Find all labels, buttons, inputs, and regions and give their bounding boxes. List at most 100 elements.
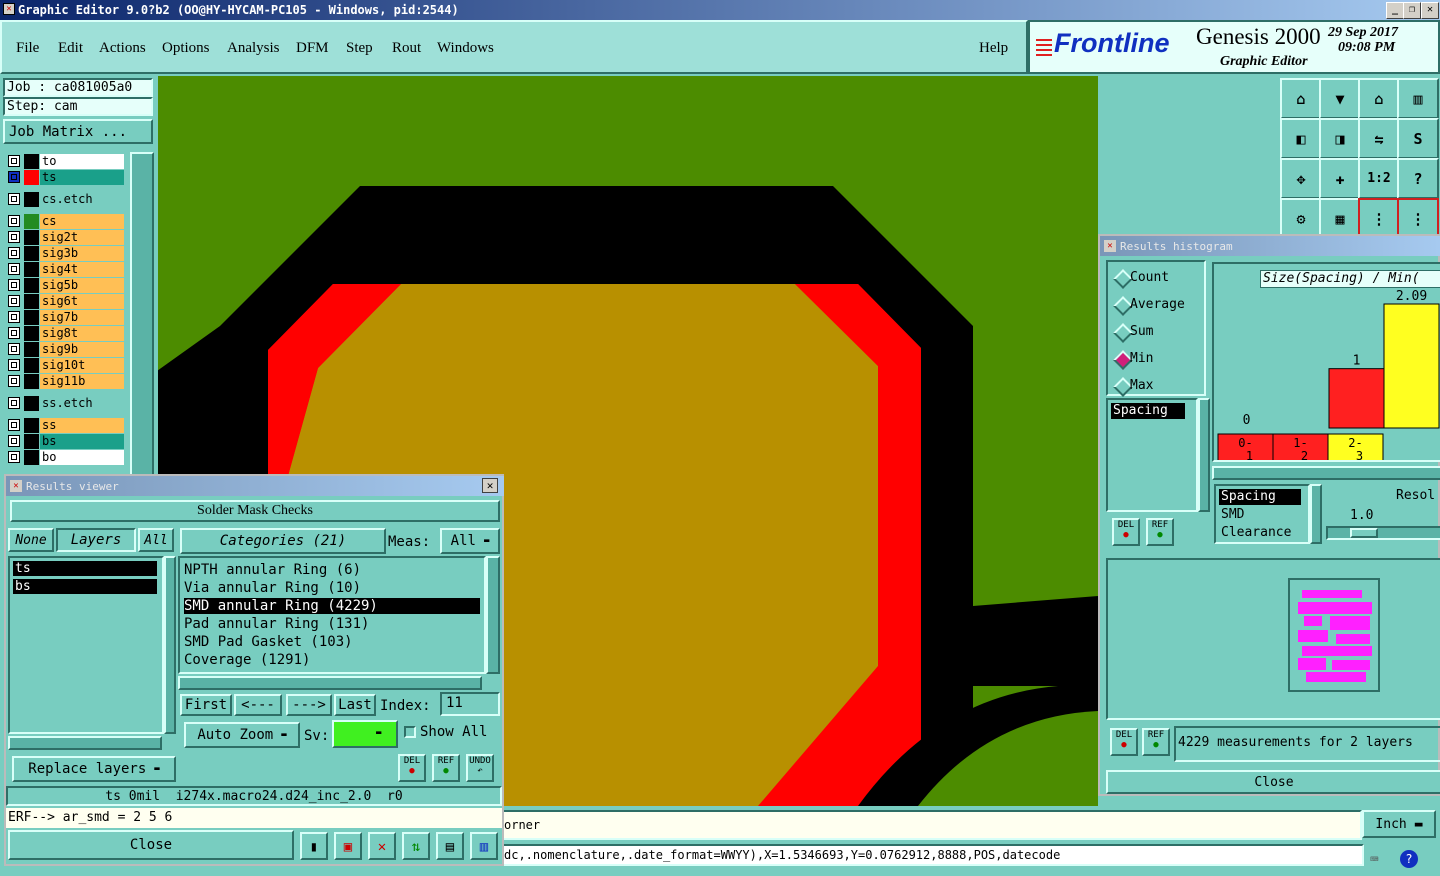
category-item[interactable]: Via annular Ring (10)	[184, 580, 480, 596]
layer-name[interactable]: sig7b	[40, 310, 124, 325]
category-hscrollbar[interactable]	[178, 676, 482, 690]
zoom-fit-icon[interactable]: ✥	[1280, 158, 1322, 199]
layer-color-swatch[interactable]	[24, 230, 39, 245]
layer-checkbox[interactable]	[8, 231, 20, 243]
layer-name[interactable]: cs	[40, 214, 124, 229]
layer-row-sig11b[interactable]: sig11b	[6, 374, 124, 389]
layer-row-cs[interactable]: cs	[6, 214, 124, 229]
layer-color-swatch[interactable]	[24, 342, 39, 357]
layer-color-swatch[interactable]	[24, 450, 39, 465]
layer-row-cs-etch[interactable]: cs.etch	[6, 192, 124, 207]
layer-name[interactable]: ts	[40, 170, 124, 185]
chart-icon[interactable]: ▥	[470, 832, 498, 860]
layer-name[interactable]: sig5b	[40, 278, 124, 293]
sv-color-selector[interactable]: ▬	[332, 720, 398, 748]
pan-down-icon[interactable]: ▼	[1319, 78, 1361, 119]
menu-edit[interactable]: Edit	[58, 40, 83, 57]
mirror-icon[interactable]: ⇋	[1358, 118, 1400, 159]
layer-checkbox[interactable]	[8, 375, 20, 387]
layer-name[interactable]: ss	[40, 418, 124, 433]
layer-checkbox[interactable]	[8, 397, 20, 409]
layer-name[interactable]: sig9b	[40, 342, 124, 357]
net-icon[interactable]: ⋮	[1358, 198, 1400, 239]
menu-options[interactable]: Options	[162, 40, 210, 57]
film-icon[interactable]: ▣	[334, 832, 362, 860]
layer-checkbox[interactable]	[8, 311, 20, 323]
show-all-checkbox[interactable]	[404, 726, 416, 738]
layer-result-item-bs[interactable]: bs	[13, 579, 157, 594]
layer-color-swatch[interactable]	[24, 396, 39, 411]
settings-icon[interactable]: ⚙	[1280, 198, 1322, 239]
menu-help[interactable]: Help	[979, 40, 1008, 57]
layer-row-bs[interactable]: bs	[6, 434, 124, 449]
restore-icon[interactable]: ❐	[1403, 2, 1421, 19]
layer-row-sig6t[interactable]: sig6t	[6, 294, 124, 309]
index-input[interactable]: 11	[440, 692, 500, 716]
category-vscrollbar[interactable]	[486, 556, 500, 674]
metric2-item[interactable]: Clearance	[1219, 525, 1301, 541]
layer-list-scrollbar[interactable]	[130, 152, 154, 476]
metric2-item[interactable]: SMD	[1219, 507, 1301, 523]
category-item[interactable]: SMD annular Ring (4229)	[184, 598, 480, 614]
resol-slider-thumb[interactable]	[1350, 528, 1378, 538]
auto-zoom-selector[interactable]: Auto Zoom ▬	[184, 722, 300, 748]
layer-row-ss-etch[interactable]: ss.etch	[6, 396, 124, 411]
last-button[interactable]: Last	[334, 694, 376, 716]
layer-name[interactable]: sig2t	[40, 230, 124, 245]
layer-row-sig4t[interactable]: sig4t	[6, 262, 124, 277]
metric2-item[interactable]: Spacing	[1219, 489, 1301, 505]
keyboard-icon[interactable]: ⌨	[1370, 852, 1378, 868]
pan-right-icon[interactable]: ◨	[1319, 118, 1361, 159]
layer-results-vscrollbar[interactable]	[164, 556, 176, 734]
resol-slider[interactable]	[1326, 526, 1440, 540]
help-circle-icon[interactable]: ?	[1400, 850, 1418, 868]
prev-button[interactable]: <---	[234, 694, 282, 716]
layer-checkbox[interactable]	[8, 171, 20, 183]
menu-analysis[interactable]: Analysis	[227, 40, 280, 57]
del-button[interactable]: DEL ●	[398, 754, 426, 782]
layer-checkbox[interactable]	[8, 295, 20, 307]
metric2-scrollbar[interactable]	[1310, 484, 1322, 544]
layer-row-sig5b[interactable]: sig5b	[6, 278, 124, 293]
all-button[interactable]: All	[138, 528, 174, 552]
layer-checkbox[interactable]	[8, 193, 20, 205]
layer-checkbox[interactable]	[8, 359, 20, 371]
layer-name[interactable]: sig11b	[40, 374, 124, 389]
layer-color-swatch[interactable]	[24, 246, 39, 261]
layer-row-ss[interactable]: ss	[6, 418, 124, 433]
close-icon[interactable]: ✕	[482, 478, 498, 493]
layer-row-ts[interactable]: ts	[6, 170, 124, 185]
layer-color-swatch[interactable]	[24, 418, 39, 433]
layer-checkbox[interactable]	[8, 263, 20, 275]
zoom-center-icon[interactable]: ✚	[1319, 158, 1361, 199]
layer-row-bo[interactable]: bo	[6, 450, 124, 465]
help-icon[interactable]: ?	[1397, 158, 1439, 199]
layer-row-sig10t[interactable]: sig10t	[6, 358, 124, 373]
histogram-bar[interactable]	[1328, 368, 1385, 429]
layers-button[interactable]: Layers	[56, 528, 136, 552]
layer-color-swatch[interactable]	[24, 294, 39, 309]
layer-color-swatch[interactable]	[24, 358, 39, 373]
layer-color-swatch[interactable]	[24, 278, 39, 293]
close-icon[interactable]: ✕	[1421, 2, 1439, 19]
minimize-icon[interactable]: _	[1386, 2, 1404, 19]
layer-name[interactable]: sig8t	[40, 326, 124, 341]
ref-button[interactable]: REF ●	[1146, 518, 1174, 546]
layer-checkbox[interactable]	[8, 155, 20, 167]
ref-button[interactable]: REF ●	[432, 754, 460, 782]
zoom-home-icon[interactable]: ⌂	[1280, 78, 1322, 119]
net-alt-icon[interactable]: ⋮	[1397, 198, 1439, 239]
metric-item-spacing[interactable]: Spacing	[1111, 403, 1185, 419]
layer-checkbox[interactable]	[8, 279, 20, 291]
snap-icon[interactable]: S	[1397, 118, 1439, 159]
layer-color-swatch[interactable]	[24, 192, 39, 207]
histogram-bar[interactable]	[1383, 303, 1440, 429]
undo-button[interactable]: UNDO ↶	[466, 754, 494, 782]
layer-checkbox[interactable]	[8, 247, 20, 259]
del-button[interactable]: DEL ●	[1110, 728, 1138, 756]
menu-step[interactable]: Step	[346, 40, 373, 57]
window-split-icon[interactable]: ▥	[1397, 78, 1439, 119]
layer-checkbox[interactable]	[8, 215, 20, 227]
none-button[interactable]: None	[8, 528, 54, 552]
layer-name[interactable]: sig6t	[40, 294, 124, 309]
